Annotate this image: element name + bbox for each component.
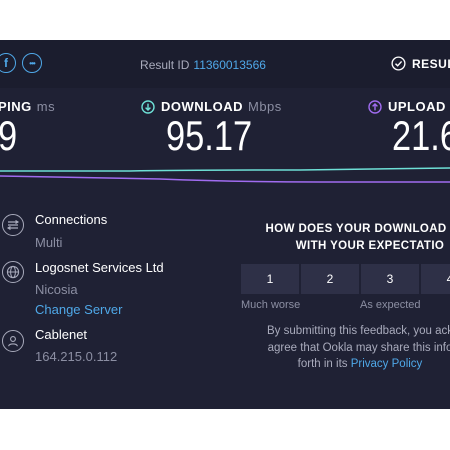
result-id-link[interactable]: 11360013566 xyxy=(193,58,266,72)
scale-label-mid: As expected xyxy=(360,299,421,311)
privacy-policy-link[interactable]: Privacy Policy xyxy=(351,358,423,370)
ping-value: 9 xyxy=(0,112,17,160)
feedback-question: HOW DOES YOUR DOWNLOAD SPE WITH YOUR EXP… xyxy=(265,223,450,252)
speed-graph xyxy=(0,167,450,183)
upload-arrow-icon xyxy=(368,99,382,114)
rating-button-2[interactable]: 2 xyxy=(301,264,359,294)
server-location: Nicosia xyxy=(35,282,78,297)
speedtest-result-panel: f ••• Result ID11360013566 RESULT PINGms… xyxy=(0,40,450,409)
rating-button-3[interactable]: 3 xyxy=(361,264,419,294)
isp-ip-address: 164.215.0.112 xyxy=(35,349,118,364)
rating-button-4[interactable]: 4 xyxy=(421,264,450,294)
upload-graph-line xyxy=(0,175,450,183)
download-value: 95.17 xyxy=(166,112,253,159)
server-name: Logosnet Services Ltd xyxy=(35,260,164,275)
isp-name: Cablenet xyxy=(35,327,88,342)
connections-title: Connections xyxy=(35,212,108,227)
scale-label-low: Much worse xyxy=(241,299,301,311)
results-button[interactable]: RESULT xyxy=(391,56,450,71)
download-graph-line xyxy=(0,167,450,172)
connections-icon xyxy=(2,214,24,236)
change-server-link[interactable]: Change Server xyxy=(35,302,122,317)
rating-button-1[interactable]: 1 xyxy=(241,264,299,294)
rating-scale: 1 2 3 4 xyxy=(241,264,450,294)
result-header: f ••• Result ID11360013566 RESULT xyxy=(0,40,450,88)
connections-value: Multi xyxy=(35,235,63,250)
check-circle-icon xyxy=(391,56,406,71)
result-id-text: Result ID 11360013566 xyxy=(140,58,266,72)
upload-value: 21.6 xyxy=(392,112,450,159)
download-arrow-icon xyxy=(141,99,155,114)
globe-icon xyxy=(2,261,24,283)
feedback-disclaimer: By submitting this feedback, you ack agr… xyxy=(266,325,450,370)
user-icon xyxy=(2,330,24,352)
